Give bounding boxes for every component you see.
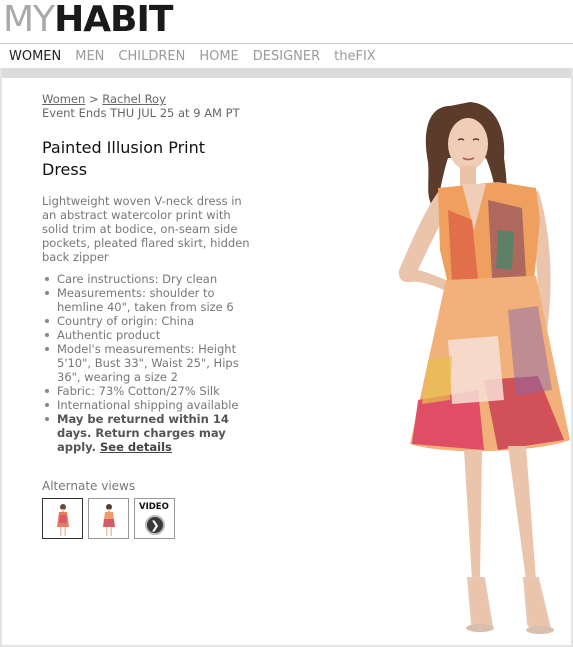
see-details-link[interactable]: See details — [100, 440, 172, 454]
nav-item-children[interactable]: CHILDREN — [118, 49, 185, 64]
alt-view-thumbnail-front[interactable] — [42, 498, 83, 539]
breadcrumb-separator: > — [88, 92, 99, 106]
event-end-time: Event Ends THU JUL 25 at 9 AM PT — [42, 106, 240, 120]
breadcrumb-link-women[interactable]: Women — [42, 92, 85, 106]
detail-returns: May be returned within 14 days. Return c… — [42, 412, 262, 454]
myhabit-logo[interactable]: MY HABIT — [3, 0, 173, 40]
alternate-views-thumbnails: VIDEO ❯ — [42, 498, 175, 539]
detail-model: Model's measurements: Height 5'10", Bust… — [42, 342, 262, 384]
logo-habit-text: HABIT — [54, 0, 173, 40]
product-details-list: Care instructions: Dry clean Measurement… — [42, 272, 262, 454]
product-title-line1: Painted Illusion Print — [42, 138, 206, 157]
logo-my-text: MY — [3, 0, 55, 40]
dress-back-thumbnail-image — [103, 504, 115, 536]
nav-item-home[interactable]: HOME — [199, 49, 238, 64]
product-title: Painted Illusion Print Dress — [42, 137, 242, 181]
main-nav: WOMEN MEN CHILDREN HOME DESIGNER theFIX — [0, 43, 573, 68]
alt-view-video-button[interactable]: VIDEO ❯ — [134, 498, 175, 539]
content-frame-left — [0, 68, 2, 647]
alt-view-thumbnail-back[interactable] — [88, 498, 129, 539]
dress-thumbnail-image — [57, 504, 69, 536]
alternate-views-label: Alternate views — [42, 479, 136, 493]
product-hero-image[interactable] — [388, 100, 570, 640]
detail-care: Care instructions: Dry clean — [42, 272, 262, 286]
detail-fabric: Fabric: 73% Cotton/27% Silk — [42, 384, 262, 398]
detail-authentic: Authentic product — [42, 328, 262, 342]
nav-item-designer[interactable]: DESIGNER — [253, 49, 320, 64]
video-label: VIDEO — [139, 502, 169, 512]
detail-shipping: International shipping available — [42, 398, 262, 412]
product-title-line2: Dress — [42, 160, 88, 179]
product-description: Lightweight woven V-neck dress in an abs… — [42, 194, 250, 264]
breadcrumb: Women > Rachel Roy — [42, 92, 166, 106]
nav-divider-bar — [0, 68, 573, 78]
detail-measurements: Measurements: shoulder to hemline 40", t… — [42, 286, 262, 314]
detail-origin: Country of origin: China — [42, 314, 262, 328]
breadcrumb-link-brand[interactable]: Rachel Roy — [102, 92, 166, 106]
play-chevron-icon: ❯ — [145, 515, 165, 535]
nav-item-women[interactable]: WOMEN — [9, 49, 61, 64]
nav-item-men[interactable]: MEN — [75, 49, 104, 64]
nav-item-thefix[interactable]: theFIX — [334, 49, 376, 64]
